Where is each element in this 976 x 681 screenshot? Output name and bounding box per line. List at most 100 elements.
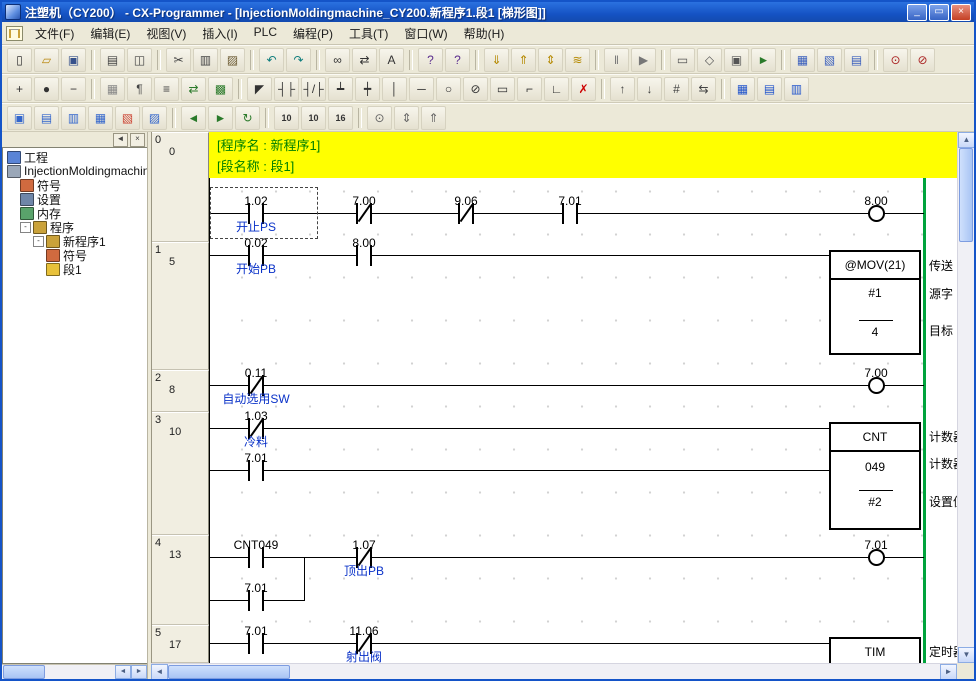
zoom-reset-icon[interactable]: ●	[34, 77, 59, 101]
menu-item-plc[interactable]: PLC	[246, 22, 285, 45]
horizontal-scrollbar[interactable]: ◄ ►	[151, 663, 957, 679]
monitor-clock-icon[interactable]: ⊙	[367, 106, 392, 130]
zoom-out-icon[interactable]: −	[61, 77, 86, 101]
hex-display-icon[interactable]: 16	[328, 106, 353, 130]
force-on-icon[interactable]: ⊙	[883, 48, 908, 72]
menu-item-help[interactable]: 帮助(H)	[456, 22, 513, 45]
vertical-scroll-track[interactable]	[958, 148, 974, 647]
work-online-icon[interactable]: ≋	[565, 48, 590, 72]
zoom-in-icon[interactable]: +	[7, 77, 32, 101]
plc-settings-icon[interactable]: ▧	[817, 48, 842, 72]
tim-instruction-block[interactable]: TIM	[829, 637, 921, 663]
new-closed-coil-icon[interactable]: ⊘	[463, 77, 488, 101]
vertical-scrollbar[interactable]: ▲ ▼	[957, 132, 974, 663]
save-project-icon[interactable]: ▣	[61, 48, 86, 72]
expand-toggle-icon[interactable]: -	[20, 222, 31, 233]
run-mode-icon[interactable]: ►	[751, 48, 776, 72]
find-icon[interactable]: ∞	[325, 48, 350, 72]
watch-window-icon[interactable]: ▦	[730, 77, 755, 101]
vertical-line-icon[interactable]: │	[382, 77, 407, 101]
next-reference-icon[interactable]: ►	[208, 106, 233, 130]
horizontal-scroll-thumb[interactable]	[168, 665, 290, 679]
force-off-icon[interactable]: ⊘	[910, 48, 935, 72]
differential-monitor-icon[interactable]: ⇕	[394, 106, 419, 130]
ladder-child-window-icon[interactable]	[6, 26, 23, 41]
window-tile-vertical-icon[interactable]: ▥	[61, 106, 86, 130]
output-window-icon[interactable]: ▤	[757, 77, 782, 101]
project-window-icon[interactable]: ▨	[142, 106, 167, 130]
grid-toggle-icon[interactable]: ▦	[100, 77, 125, 101]
expand-toggle-icon[interactable]: -	[33, 236, 44, 247]
cnt-instruction-block[interactable]: CNT 049 #2	[829, 422, 921, 530]
tree-item-memory[interactable]: 内存	[3, 206, 147, 220]
debug-mode-icon[interactable]: ◇	[697, 48, 722, 72]
tree-item-plc-device[interactable]: InjectionMoldingmachine	[3, 164, 147, 178]
replace-icon[interactable]: ⇄	[352, 48, 377, 72]
ladder-editor[interactable]: 0 0 1 5 2 8 3 10 4 13	[151, 132, 957, 663]
rung-margin-5[interactable]: 5 17	[152, 625, 209, 663]
tree-scroll-right-icon[interactable]: ►	[131, 665, 147, 679]
run-icon[interactable]: ▶	[631, 48, 656, 72]
find-in-project-icon[interactable]: A	[379, 48, 404, 72]
new-contact-icon[interactable]: ┤├	[274, 77, 299, 101]
context-help-icon[interactable]: ?	[445, 48, 470, 72]
force-status-icon[interactable]: ⇑	[421, 106, 446, 130]
menu-item-edit[interactable]: 编辑(E)	[82, 22, 138, 45]
rung-margin-0[interactable]: 0 0	[152, 132, 209, 242]
close-window-icon[interactable]: ▧	[115, 106, 140, 130]
rung-comment-icon[interactable]: ¶	[127, 77, 152, 101]
new-or-contact-icon[interactable]: ┷	[328, 77, 353, 101]
rung-wrap-icon[interactable]: ⇄	[181, 77, 206, 101]
new-function-block-icon[interactable]: ⌐	[517, 77, 542, 101]
browse-forward-icon[interactable]: ↓	[637, 77, 662, 101]
decimal-display-icon[interactable]: 10	[301, 106, 326, 130]
browse-back-icon[interactable]: ↑	[610, 77, 635, 101]
transfer-from-plc-icon[interactable]: ⇑	[511, 48, 536, 72]
tree-item-project[interactable]: 工程	[3, 150, 147, 164]
tree-scroll-left-icon[interactable]: ◄	[115, 665, 131, 679]
cut-icon[interactable]: ✂	[166, 48, 191, 72]
io-table-icon[interactable]: ▦	[790, 48, 815, 72]
redo-icon[interactable]: ↷	[286, 48, 311, 72]
dock-pane-icon[interactable]: ◄	[113, 133, 128, 147]
monitor-watch-icon[interactable]: ▩	[208, 77, 233, 101]
compare-with-plc-icon[interactable]: ⇕	[538, 48, 563, 72]
address-increment-icon[interactable]: ↻	[235, 106, 260, 130]
go-to-rung-icon[interactable]: #	[664, 77, 689, 101]
help-icon[interactable]: ?	[418, 48, 443, 72]
tree-item-symbols[interactable]: 符号	[3, 178, 147, 192]
tree-scrollbar-thumb[interactable]	[3, 665, 45, 679]
horizontal-scroll-track[interactable]	[168, 664, 940, 680]
mov-instruction-block[interactable]: @MOV(21) #1 4	[829, 250, 921, 355]
scroll-down-icon[interactable]: ▼	[958, 647, 974, 663]
window-cascade-icon[interactable]: ▣	[7, 106, 32, 130]
tree-horizontal-scrollbar[interactable]: ◄ ►	[2, 664, 147, 679]
minimize-button[interactable]: _	[907, 4, 927, 21]
cross-reference-icon[interactable]: ⇆	[691, 77, 716, 101]
new-instruction-icon[interactable]: ▭	[490, 77, 515, 101]
menu-item-view[interactable]: 视图(V)	[138, 22, 194, 45]
scroll-left-icon[interactable]: ◄	[151, 664, 168, 680]
close-button[interactable]: ×	[951, 4, 971, 21]
copy-icon[interactable]: ▥	[193, 48, 218, 72]
new-file-icon[interactable]: ▯	[7, 48, 32, 72]
menu-item-insert[interactable]: 插入(I)	[194, 22, 245, 45]
horizontal-line-icon[interactable]: ─	[409, 77, 434, 101]
vertical-scroll-thumb[interactable]	[959, 148, 973, 242]
undo-icon[interactable]: ↶	[259, 48, 284, 72]
tree-item-section1[interactable]: 段1	[3, 262, 147, 276]
rung-margin-3[interactable]: 3 10	[152, 412, 209, 535]
select-tool-icon[interactable]: ◤	[247, 77, 272, 101]
scroll-right-icon[interactable]: ►	[940, 664, 957, 680]
window-tile-horizontal-icon[interactable]: ▤	[34, 106, 59, 130]
show-comments-icon[interactable]: ≡	[154, 77, 179, 101]
menu-item-tools[interactable]: 工具(T)	[341, 22, 396, 45]
memory-view-icon[interactable]: ▤	[844, 48, 869, 72]
program-mode-icon[interactable]: ▭	[670, 48, 695, 72]
print-icon[interactable]: ▤	[100, 48, 125, 72]
window-arrange-icon[interactable]: ▦	[88, 106, 113, 130]
open-project-icon[interactable]: ▱	[34, 48, 59, 72]
rung-margin-2[interactable]: 2 8	[152, 370, 209, 412]
previous-reference-icon[interactable]: ◄	[181, 106, 206, 130]
restore-button[interactable]: ▭	[929, 4, 949, 21]
